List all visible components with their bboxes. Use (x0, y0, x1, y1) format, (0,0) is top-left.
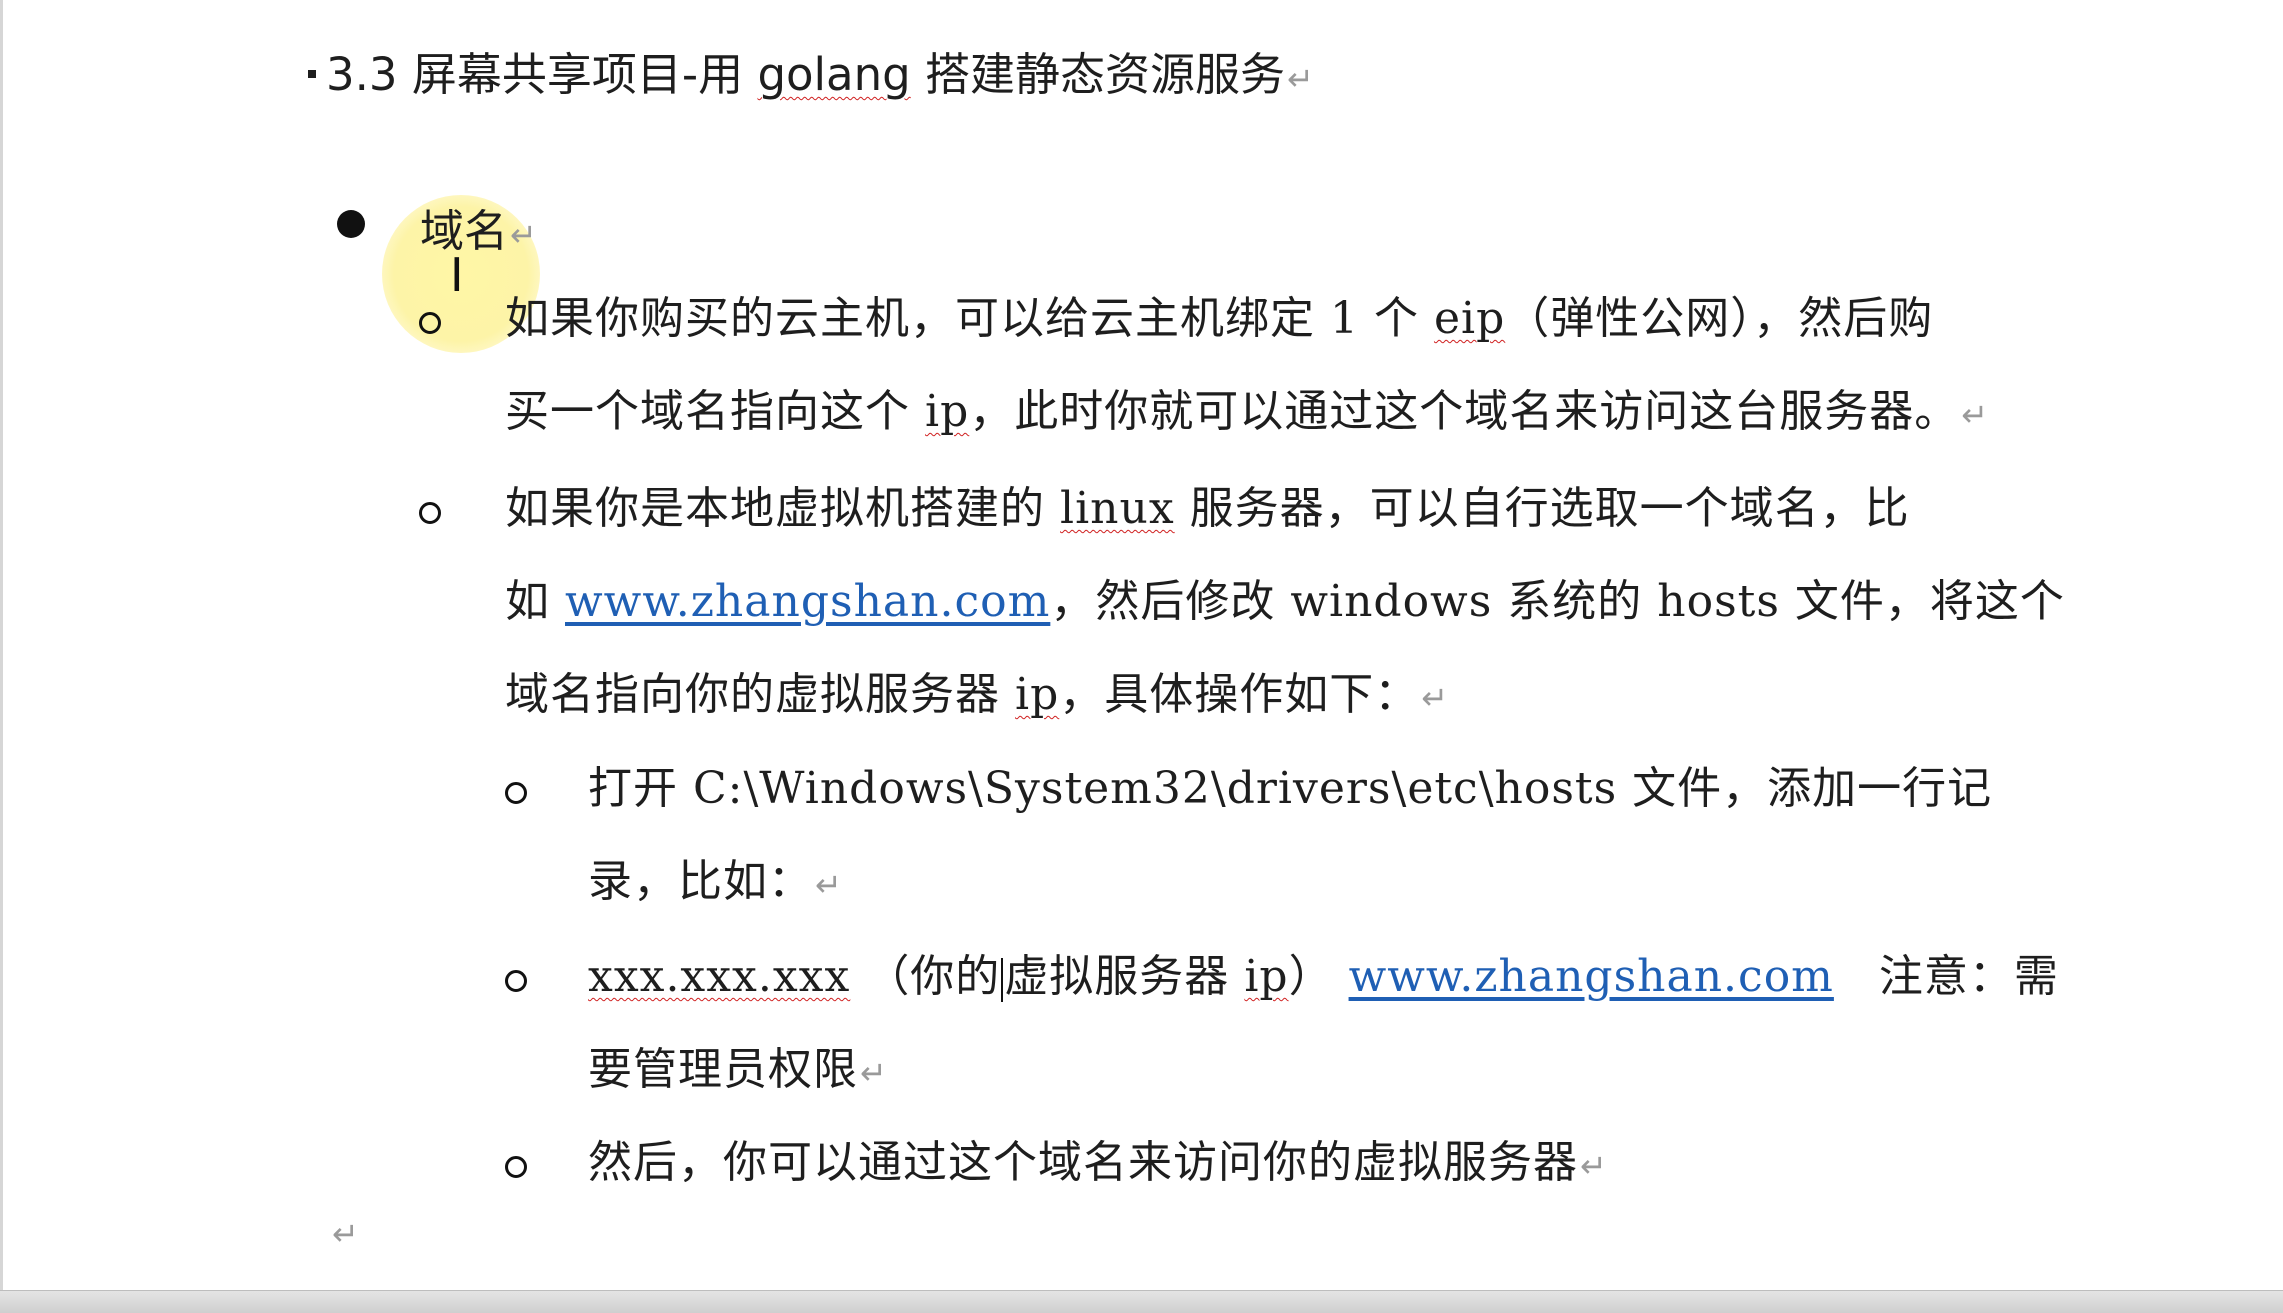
heading-bullet-square (308, 70, 316, 78)
text-cursor-ibeam-icon: I (450, 248, 464, 302)
hollow-bullet-icon (505, 782, 527, 804)
local-ip: ip (1015, 669, 1060, 720)
hollow-bullet-icon (505, 970, 527, 992)
cloud-eip: eip (1433, 293, 1506, 344)
paragraph-mark: ↵ (860, 1054, 888, 1092)
step1-text-b: 录，比如： (588, 856, 813, 907)
paragraph-mark: ↵ (1287, 60, 1314, 98)
local-line-2: 如 www.zhangshan.com，然后修改 windows 系统的 hos… (505, 555, 2065, 648)
paragraph-mark: ↵ (1421, 679, 1450, 717)
list-item-step-open-hosts[interactable]: 打开 C:\Windows\System32\drivers\etc\hosts… (588, 742, 1992, 932)
page-left-edge (0, 0, 3, 1290)
cloud-ip: ip (925, 386, 970, 437)
heading-title-suffix: 搭建静态资源服务 (925, 48, 1286, 101)
heading-title-golang: golang (757, 48, 911, 101)
filled-bullet-icon (337, 210, 365, 238)
step1-line-2: 录，比如：↵ (588, 835, 1992, 932)
step2-paren-b: 虚拟服务器 (1004, 951, 1230, 1002)
list-item-cloud[interactable]: 如果你购买的云主机，可以给云主机绑定 1 个 eip（弹性公网），然后购 买一个… (505, 272, 1989, 462)
section-heading[interactable]: 3.3 屏幕共享项目-用 golang 搭建静态资源服务↵ (308, 38, 1314, 103)
step3-text: 然后，你可以通过这个域名来访问你的虚拟服务器 (588, 1137, 1578, 1188)
list-item-step-access[interactable]: 然后，你可以通过这个域名来访问你的虚拟服务器↵ (588, 1116, 1608, 1213)
step2-line-1: xxx.xxx.xxx （你的虚拟服务器 ip） www.zhangshan.c… (588, 930, 2059, 1023)
cloud-text-d: ，此时你就可以通过这个域名来访问这台服务器。 (969, 386, 1960, 437)
local-text-d: ，然后修改 windows 系统的 hosts 文件，将这个 (1050, 576, 2065, 627)
empty-paragraph-mark: ↵ (332, 1215, 359, 1253)
local-text-f: ，具体操作如下： (1059, 669, 1420, 720)
step2-ip-placeholder: xxx.xxx.xxx (588, 951, 851, 1002)
hollow-bullet-icon (505, 1156, 527, 1178)
step1-line-1: 打开 C:\Windows\System32\drivers\etc\hosts… (588, 763, 1993, 814)
paragraph-mark: ↵ (1961, 396, 1990, 434)
local-line-1: 如果你是本地虚拟机搭建的 linux 服务器，可以自行选取一个域名，比 (505, 462, 2065, 555)
list-item-step-hosts-entry[interactable]: xxx.xxx.xxx （你的虚拟服务器 ip） www.zhangshan.c… (588, 930, 2059, 1120)
step2-text-admin: 要管理员权限 (588, 1044, 858, 1095)
step2-paren-a: （你的 (865, 951, 1001, 1002)
local-text-c: 如 (505, 576, 550, 627)
local-text-b: 服务器，可以自行选取一个域名，比 (1189, 483, 1910, 534)
cloud-text-a: 如果你购买的云主机，可以给云主机绑定 1 个 (505, 293, 1419, 344)
hollow-bullet-icon (419, 312, 441, 334)
cloud-line-2: 买一个域名指向这个 ip，此时你就可以通过这个域名来访问这台服务器。↵ (505, 365, 1989, 462)
local-line-3: 域名指向你的虚拟服务器 ip，具体操作如下：↵ (505, 648, 2065, 745)
heading-number: 3.3 (326, 48, 398, 101)
paragraph-mark: ↵ (510, 216, 537, 254)
local-linux: linux (1060, 483, 1175, 534)
paragraph-mark: ↵ (1580, 1147, 1608, 1185)
cloud-text-c: 买一个域名指向这个 (505, 386, 910, 437)
document-page: 3.3 屏幕共享项目-用 golang 搭建静态资源服务↵ 域名↵ I 如果你购… (0, 0, 2283, 1290)
heading-title-prefix: 屏幕共享项目-用 (411, 48, 744, 101)
list-item-local-vm[interactable]: 如果你是本地虚拟机搭建的 linux 服务器，可以自行选取一个域名，比 如 ww… (505, 462, 2065, 745)
step2-line-2: 要管理员权限↵ (588, 1023, 2059, 1120)
step2-note: 注意：需 (1878, 951, 2059, 1002)
zhangshan-link-2[interactable]: www.zhangshan.com (1349, 951, 1834, 1002)
step2-paren-c: ） (1288, 951, 1334, 1002)
step3-line-1: 然后，你可以通过这个域名来访问你的虚拟服务器↵ (588, 1116, 1608, 1213)
domain-label-text: 域名 (420, 206, 508, 257)
domain-section-label[interactable]: 域名↵ (420, 195, 537, 259)
cloud-text-b: （弹性公网），然后购 (1505, 293, 1934, 344)
cloud-line-1: 如果你购买的云主机，可以给云主机绑定 1 个 eip（弹性公网），然后购 (505, 272, 1989, 365)
step2-ip: ip (1244, 951, 1289, 1002)
paragraph-mark: ↵ (815, 866, 843, 904)
local-text-e: 域名指向你的虚拟服务器 (505, 669, 1000, 720)
local-text-a: 如果你是本地虚拟机搭建的 (505, 483, 1045, 534)
hollow-bullet-icon (419, 502, 441, 524)
bottom-scroll-bar[interactable] (0, 1290, 2283, 1313)
text-caret (1001, 957, 1004, 1002)
zhangshan-link[interactable]: www.zhangshan.com (565, 576, 1050, 627)
